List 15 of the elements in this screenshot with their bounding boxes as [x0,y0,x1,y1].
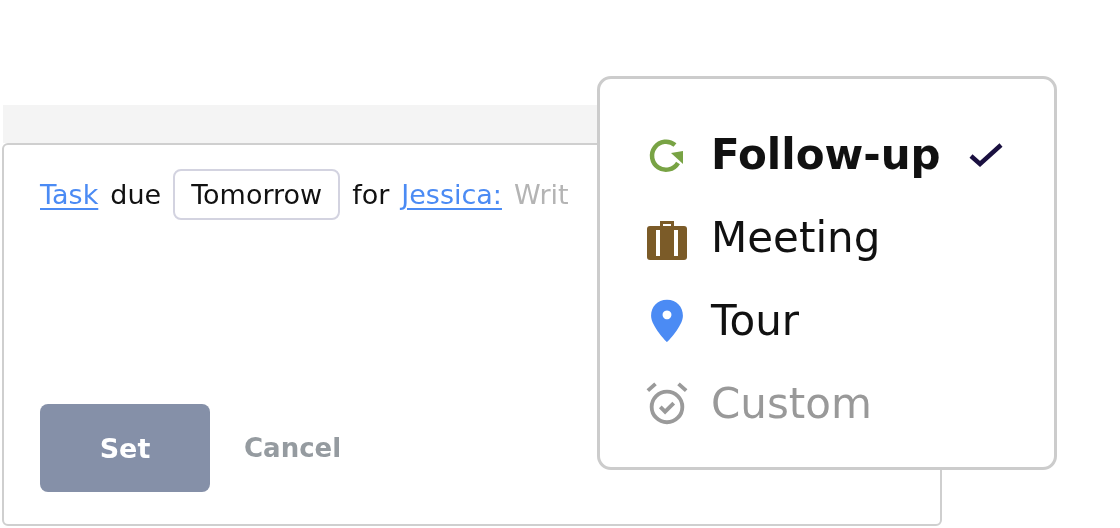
cancel-button[interactable]: Cancel [244,433,342,463]
sentence-word: due [110,179,162,210]
menu-item-label: Tour [711,296,800,345]
sentence-word: for [352,179,390,210]
link[interactable]: Task [40,179,99,210]
alarm-clock-icon [645,380,689,427]
menu-item[interactable]: Meeting [645,196,1054,279]
menu-item-label: Meeting [711,213,881,262]
menu-item[interactable]: Follow-up [645,113,1054,196]
menu-item-label: Custom [711,379,872,428]
menu-item[interactable]: Tour [645,279,1054,362]
menu-item-label: Follow-up [711,130,941,179]
set-button[interactable]: Set [40,404,210,492]
link[interactable]: Jessica: [401,179,502,210]
date-field[interactable]: Tomorrow [173,169,341,220]
